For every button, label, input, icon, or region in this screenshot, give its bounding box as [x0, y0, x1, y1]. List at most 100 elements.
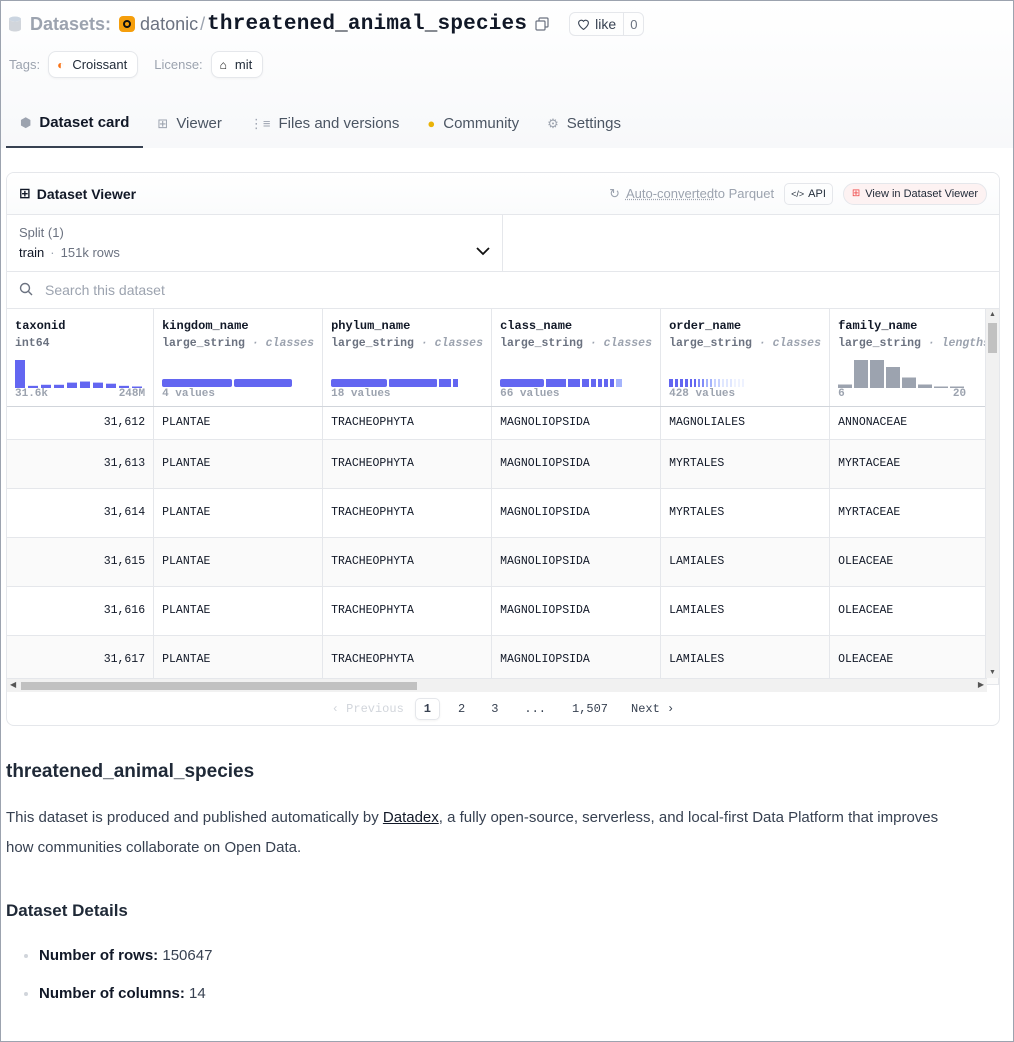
- taxonid-histogram[interactable]: [15, 358, 145, 388]
- vertical-scrollbar[interactable]: ▲ ▼: [985, 309, 999, 678]
- page-button-2[interactable]: 2: [450, 699, 473, 719]
- datasets-label[interactable]: Datasets:: [30, 14, 111, 35]
- table-cell[interactable]: MYRTALES: [660, 488, 831, 538]
- scroll-left-icon[interactable]: ◀: [10, 680, 16, 689]
- histogram-bar[interactable]: [54, 384, 64, 388]
- column-header-class-name[interactable]: class_name large_string · classes 66 val…: [491, 309, 662, 407]
- horizontal-scrollbar[interactable]: ◀ ▶: [7, 678, 987, 692]
- histogram-bar[interactable]: [93, 382, 103, 388]
- table-cell[interactable]: OLEACEAE: [829, 586, 999, 636]
- table-cell[interactable]: MAGNOLIOPSIDA: [491, 586, 662, 636]
- previous-page-button[interactable]: ‹ Previous: [332, 702, 404, 716]
- tab-label: Files and versions: [278, 115, 400, 132]
- refresh-icon: ↻: [609, 185, 620, 201]
- histogram-bar[interactable]: [870, 360, 885, 388]
- tab-community[interactable]: ● Community: [413, 99, 533, 148]
- histogram-bar[interactable]: [80, 381, 90, 388]
- table-cell[interactable]: PLANTAE: [153, 586, 324, 636]
- table-cell[interactable]: TRACHEOPHYTA: [322, 586, 493, 636]
- table-cell[interactable]: TRACHEOPHYTA: [322, 537, 493, 587]
- table-cell[interactable]: MYRTACEAE: [829, 488, 999, 538]
- table-cell[interactable]: ANNONACEAE: [829, 406, 999, 440]
- croissant-icon: ◐: [57, 57, 65, 72]
- phylum-class-bar[interactable]: [331, 358, 483, 388]
- table-cell[interactable]: OLEACEAE: [829, 635, 999, 685]
- like-label: like: [595, 16, 617, 32]
- org-link[interactable]: datonic: [140, 14, 198, 35]
- scroll-down-icon[interactable]: ▼: [989, 669, 996, 676]
- auto-converted-link[interactable]: Auto-converted: [626, 186, 714, 201]
- table-cell[interactable]: OLEACEAE: [829, 537, 999, 587]
- kingdom-class-bar[interactable]: [162, 358, 314, 388]
- column-type: large_string · lengths: [838, 337, 990, 350]
- header-row: taxonid int64 31.6k 248M kingdom_name lar…: [7, 309, 999, 407]
- table-cell[interactable]: PLANTAE: [153, 488, 324, 538]
- column-header-order-name[interactable]: order_name large_string · classes 428 va…: [660, 309, 831, 407]
- histogram-bar[interactable]: [902, 377, 917, 389]
- table-cell[interactable]: MYRTACEAE: [829, 439, 999, 489]
- table-cell[interactable]: PLANTAE: [153, 537, 324, 587]
- column-header-taxonid[interactable]: taxonid int64 31.6k 248M: [7, 309, 155, 407]
- page-button-last[interactable]: 1,507: [564, 699, 616, 719]
- table-cell[interactable]: TRACHEOPHYTA: [322, 406, 493, 440]
- table-cell[interactable]: 31,613: [7, 439, 155, 489]
- family-length-histogram[interactable]: [838, 358, 990, 388]
- repo-name[interactable]: threatened_animal_species: [207, 13, 527, 36]
- histogram-bar[interactable]: [15, 360, 25, 388]
- datadex-link[interactable]: Datadex: [383, 809, 439, 826]
- table-cell[interactable]: PLANTAE: [153, 406, 324, 440]
- table-cell[interactable]: TRACHEOPHYTA: [322, 439, 493, 489]
- tab-settings[interactable]: ⚙ Settings: [533, 99, 635, 148]
- page-button-1[interactable]: 1: [414, 698, 440, 720]
- scroll-up-icon[interactable]: ▲: [989, 311, 996, 318]
- table-cell[interactable]: 31,614: [7, 488, 155, 538]
- table-cell[interactable]: PLANTAE: [153, 635, 324, 685]
- histogram-bar[interactable]: [886, 367, 901, 388]
- table-cell[interactable]: MAGNOLIOPSIDA: [491, 488, 662, 538]
- page-button-3[interactable]: 3: [483, 699, 506, 719]
- table-cell[interactable]: MAGNOLIOPSIDA: [491, 406, 662, 440]
- table-cell[interactable]: LAMIALES: [660, 586, 831, 636]
- copy-icon[interactable]: [535, 17, 549, 31]
- api-button[interactable]: </> API: [784, 182, 833, 205]
- column-header-family-name[interactable]: family_name large_string · lengths 6 20: [829, 309, 999, 407]
- table-cell[interactable]: 31,615: [7, 537, 155, 587]
- table-cell[interactable]: MAGNOLIOPSIDA: [491, 635, 662, 685]
- tab-dataset-card[interactable]: ⬢ Dataset card: [6, 99, 144, 148]
- table-cell[interactable]: MAGNOLIOPSIDA: [491, 439, 662, 489]
- table-cell[interactable]: TRACHEOPHYTA: [322, 635, 493, 685]
- table-cell[interactable]: TRACHEOPHYTA: [322, 488, 493, 538]
- scrollbar-thumb[interactable]: [988, 323, 997, 353]
- scroll-right-icon[interactable]: ▶: [978, 680, 984, 689]
- column-header-phylum-name[interactable]: phylum_name large_string · classes 18 va…: [322, 309, 493, 407]
- table-cell[interactable]: MYRTALES: [660, 439, 831, 489]
- tag-croissant[interactable]: ◐ Croissant: [48, 51, 139, 78]
- table-cell[interactable]: 31,617: [7, 635, 155, 685]
- license-pill[interactable]: ⌂ mit: [210, 51, 264, 78]
- scrollbar-thumb[interactable]: [21, 682, 417, 690]
- histogram-bar[interactable]: [934, 386, 949, 389]
- table-cell[interactable]: LAMIALES: [660, 537, 831, 587]
- histogram-bar[interactable]: [67, 382, 77, 388]
- histogram-bar[interactable]: [918, 384, 933, 389]
- table-cell[interactable]: LAMIALES: [660, 635, 831, 685]
- order-class-bar[interactable]: [669, 358, 821, 388]
- table-cell[interactable]: 31,616: [7, 586, 155, 636]
- split-select[interactable]: Split (1) train · 151k rows: [7, 215, 503, 271]
- histogram-bar[interactable]: [106, 383, 116, 388]
- table-cell[interactable]: MAGNOLIOPSIDA: [491, 537, 662, 587]
- view-in-dataset-viewer-button[interactable]: ⊞ View in Dataset Viewer: [842, 182, 987, 205]
- like-button[interactable]: like 0: [569, 12, 645, 36]
- table-cell[interactable]: 31,612: [7, 406, 155, 440]
- histogram-bar[interactable]: [854, 360, 869, 388]
- class-class-bar[interactable]: [500, 358, 652, 388]
- search-input[interactable]: [43, 281, 443, 299]
- table-row: 31,616 PLANTAE TRACHEOPHYTA MAGNOLIOPSIDA LA…: [7, 586, 999, 636]
- column-header-kingdom-name[interactable]: kingdom_name large_string · classes 4 va…: [153, 309, 324, 407]
- column-kind: classes: [265, 337, 314, 350]
- table-cell[interactable]: MAGNOLIALES: [660, 406, 831, 440]
- tab-files-and-versions[interactable]: ⋮≡ Files and versions: [236, 99, 413, 148]
- table-cell[interactable]: PLANTAE: [153, 439, 324, 489]
- next-page-button[interactable]: Next ›: [631, 702, 674, 716]
- tab-viewer[interactable]: ⊞ Viewer: [143, 99, 236, 148]
